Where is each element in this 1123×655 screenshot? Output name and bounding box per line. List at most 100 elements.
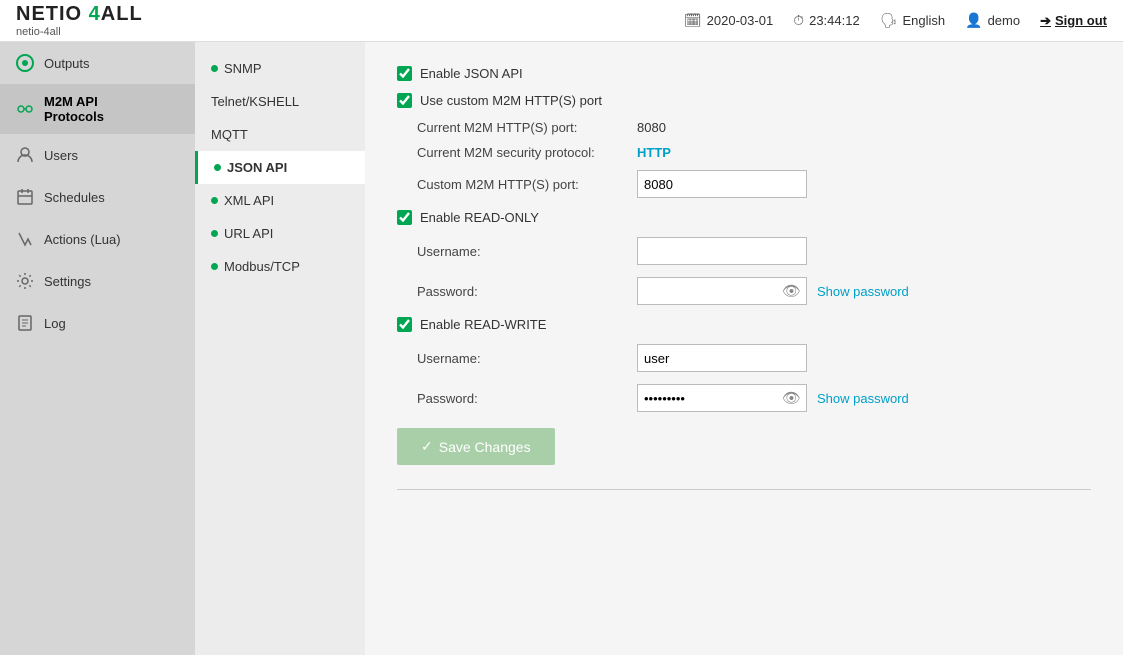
readwrite-username-label: Username: — [417, 351, 637, 366]
use-custom-port-row: Use custom M2M HTTP(S) port — [397, 93, 1091, 108]
use-custom-port-checkbox[interactable] — [397, 93, 412, 108]
readwrite-username-input[interactable] — [637, 344, 807, 372]
readonly-username-input[interactable] — [637, 237, 807, 265]
sub-item-telnet[interactable]: Telnet/KSHELL — [195, 85, 365, 118]
sub-label-telnet: Telnet/KSHELL — [211, 94, 299, 109]
sidebar-item-users[interactable]: Users — [0, 134, 195, 176]
sidebar-label-m2m: M2M API Protocols — [44, 94, 104, 124]
enable-json-api-row: Enable JSON API — [397, 66, 1091, 81]
topbar-right: 🗓 2020-03-01 ⏱ 23:44:12 🗣 English 👤 demo… — [684, 12, 1107, 29]
enable-read-only-row: Enable READ-ONLY — [397, 210, 1091, 225]
sub-item-snmp[interactable]: SNMP — [195, 52, 365, 85]
sidebar-label-users: Users — [44, 148, 78, 163]
sub-label-mqtt: MQTT — [211, 127, 248, 142]
m2m-line2: Protocols — [44, 109, 104, 124]
readonly-show-password-link[interactable]: Show password — [817, 284, 909, 299]
m2m-icon — [14, 98, 36, 120]
date-value: 2020-03-01 — [707, 13, 774, 28]
snmp-dot — [211, 65, 218, 72]
use-custom-port-label: Use custom M2M HTTP(S) port — [420, 93, 602, 108]
modbus-dot — [211, 263, 218, 270]
users-icon — [14, 144, 36, 166]
save-changes-label: Save Changes — [439, 439, 531, 455]
sub-item-modbus[interactable]: Modbus/TCP — [195, 250, 365, 283]
date-item: 🗓 2020-03-01 — [684, 12, 773, 29]
sub-label-json-api: JSON API — [227, 160, 287, 175]
current-security-value: HTTP — [637, 145, 671, 160]
actions-icon — [14, 228, 36, 250]
signout-button[interactable]: ➔ Sign out — [1040, 13, 1107, 29]
sidebar: Outputs M2M API Protocols Users Schedule… — [0, 42, 195, 655]
readonly-password-row: Password: 👁 Show password — [397, 277, 1091, 305]
sub-label-modbus: Modbus/TCP — [224, 259, 300, 274]
logo-subtitle: netio-4all — [16, 26, 143, 38]
sub-item-mqtt[interactable]: MQTT — [195, 118, 365, 151]
language-item: 🗣 English — [880, 12, 945, 29]
readwrite-eye-icon[interactable]: 👁 — [782, 389, 801, 407]
custom-port-input[interactable] — [637, 170, 807, 198]
enable-read-write-checkbox[interactable] — [397, 317, 412, 332]
readwrite-password-wrapper: 👁 — [637, 384, 807, 412]
content-area: Enable JSON API Use custom M2M HTTP(S) p… — [365, 42, 1123, 655]
enable-read-only-checkbox[interactable] — [397, 210, 412, 225]
current-port-row: Current M2M HTTP(S) port: 8080 — [397, 120, 1091, 135]
sub-label-url-api: URL API — [224, 226, 273, 241]
current-port-label: Current M2M HTTP(S) port: — [417, 120, 637, 135]
calendar-icon: 🗓 — [684, 12, 702, 29]
sub-label-snmp: SNMP — [224, 61, 262, 76]
readwrite-password-label: Password: — [417, 391, 637, 406]
user-item: 👤 demo — [965, 12, 1020, 29]
readonly-password-label: Password: — [417, 284, 637, 299]
custom-port-label: Custom M2M HTTP(S) port: — [417, 177, 637, 192]
sidebar-label-schedules: Schedules — [44, 190, 105, 205]
save-changes-button[interactable]: ✓ Save Changes — [397, 428, 555, 465]
sub-sidebar: SNMP Telnet/KSHELL MQTT JSON API XML API… — [195, 42, 365, 655]
sidebar-label-settings: Settings — [44, 274, 91, 289]
signout-label: Sign out — [1055, 13, 1107, 28]
sidebar-item-outputs[interactable]: Outputs — [0, 42, 195, 84]
enable-json-api-label: Enable JSON API — [420, 66, 523, 81]
sidebar-item-schedules[interactable]: Schedules — [0, 176, 195, 218]
readonly-eye-icon[interactable]: 👁 — [782, 282, 801, 300]
sidebar-label-actions: Actions (Lua) — [44, 232, 121, 247]
sidebar-item-actions[interactable]: Actions (Lua) — [0, 218, 195, 260]
language-value: English — [902, 13, 945, 28]
current-security-row: Current M2M security protocol: HTTP — [397, 145, 1091, 160]
time-item: ⏱ 23:44:12 — [793, 12, 860, 29]
outputs-icon — [14, 52, 36, 74]
enable-read-write-row: Enable READ-WRITE — [397, 317, 1091, 332]
language-icon: 🗣 — [880, 12, 898, 29]
topbar: NETIO 4ALL netio-4all 🗓 2020-03-01 ⏱ 23:… — [0, 0, 1123, 42]
enable-json-api-checkbox[interactable] — [397, 66, 412, 81]
sub-label-xml-api: XML API — [224, 193, 274, 208]
xml-api-dot — [211, 197, 218, 204]
clock-icon: ⏱ — [793, 12, 804, 29]
current-security-label: Current M2M security protocol: — [417, 145, 637, 160]
logo-text: NETIO 4ALL — [16, 3, 143, 26]
sidebar-label-log: Log — [44, 316, 66, 331]
signout-icon: ➔ — [1040, 13, 1051, 29]
current-port-value: 8080 — [637, 120, 666, 135]
readwrite-password-row: Password: 👁 Show password — [397, 384, 1091, 412]
sub-item-xml-api[interactable]: XML API — [195, 184, 365, 217]
sidebar-item-settings[interactable]: Settings — [0, 260, 195, 302]
json-api-dot — [214, 164, 221, 171]
url-api-dot — [211, 230, 218, 237]
m2m-line1: M2M API — [44, 94, 104, 109]
schedules-icon — [14, 186, 36, 208]
readwrite-show-password-link[interactable]: Show password — [817, 391, 909, 406]
user-icon: 👤 — [965, 12, 982, 29]
log-icon — [14, 312, 36, 334]
sidebar-item-log[interactable]: Log — [0, 302, 195, 344]
main-layout: Outputs M2M API Protocols Users Schedule… — [0, 42, 1123, 655]
readonly-username-label: Username: — [417, 244, 637, 259]
sub-item-url-api[interactable]: URL API — [195, 217, 365, 250]
sub-item-json-api[interactable]: JSON API — [195, 151, 365, 184]
sidebar-item-m2m[interactable]: M2M API Protocols — [0, 84, 195, 134]
readonly-username-row: Username: — [397, 237, 1091, 265]
time-value: 23:44:12 — [809, 13, 860, 28]
user-value: demo — [988, 13, 1021, 28]
enable-read-only-label: Enable READ-ONLY — [420, 210, 539, 225]
readonly-password-wrapper: 👁 — [637, 277, 807, 305]
sidebar-label-outputs: Outputs — [44, 56, 90, 71]
